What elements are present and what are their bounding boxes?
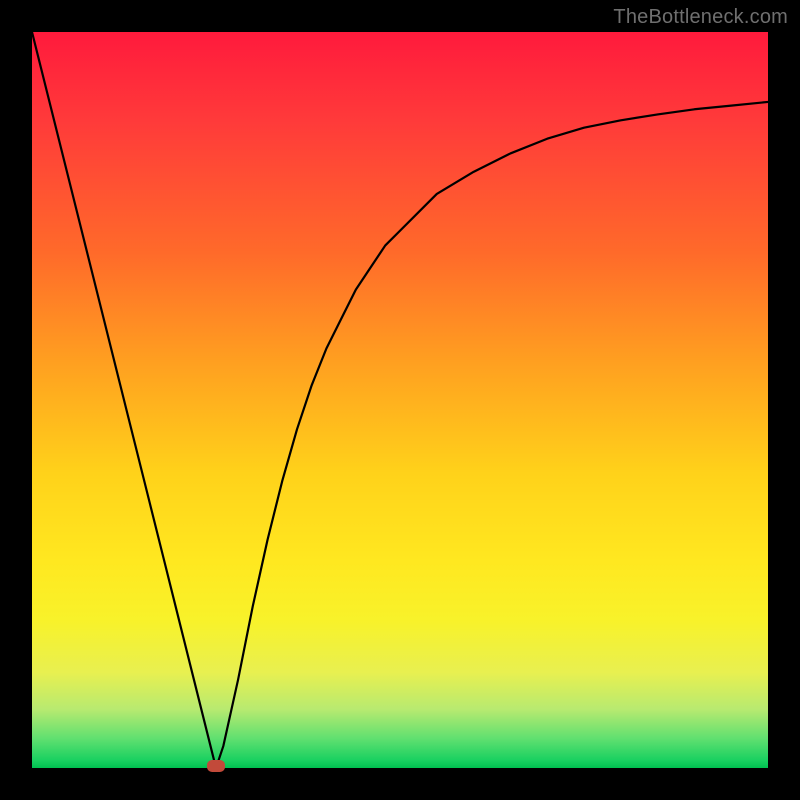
plot-area bbox=[32, 32, 768, 768]
chart-frame: TheBottleneck.com bbox=[0, 0, 800, 800]
optimal-marker bbox=[207, 760, 225, 772]
watermark-text: TheBottleneck.com bbox=[613, 6, 788, 29]
bottleneck-curve bbox=[32, 32, 768, 768]
curve-path bbox=[32, 32, 768, 768]
